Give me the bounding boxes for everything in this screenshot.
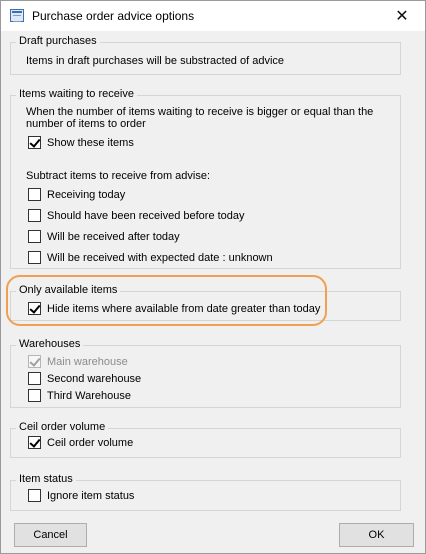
waiting-description-line2: number of items to order bbox=[26, 118, 146, 130]
cancel-button[interactable]: Cancel bbox=[14, 523, 87, 547]
main-warehouse-checkbox[interactable]: Main warehouse bbox=[28, 354, 128, 369]
close-button[interactable]: ✕ bbox=[379, 1, 425, 31]
show-these-items-label: Show these items bbox=[47, 136, 134, 149]
show-these-items-checkbox[interactable]: Show these items bbox=[28, 135, 134, 150]
ceil-order-volume-group: Ceil order volume Ceil order volume bbox=[10, 421, 401, 458]
ignore-item-status-checkbox[interactable]: Ignore item status bbox=[28, 488, 134, 503]
item-status-group: Item status Ignore item status bbox=[10, 473, 401, 511]
checkbox-box[interactable] bbox=[28, 436, 41, 449]
window-title: Purchase order advice options bbox=[32, 9, 195, 23]
warehouses-group-label: Warehouses bbox=[16, 338, 84, 350]
draft-purchases-text: Items in draft purchases will be substra… bbox=[26, 55, 285, 67]
received-before-today-label: Should have been received before today bbox=[47, 209, 245, 222]
checkbox-box[interactable] bbox=[28, 389, 41, 402]
only-available-items-group-label: Only available items bbox=[16, 284, 121, 296]
expected-date-unknown-label: Will be received with expected date : un… bbox=[47, 251, 273, 264]
second-warehouse-label: Second warehouse bbox=[47, 372, 142, 385]
checkbox-box[interactable] bbox=[28, 489, 41, 502]
items-waiting-group: Items waiting to receive When the number… bbox=[10, 88, 401, 269]
checkbox-box[interactable] bbox=[28, 355, 41, 368]
third-warehouse-checkbox[interactable]: Third Warehouse bbox=[28, 388, 131, 403]
ceil-order-volume-label: Ceil order volume bbox=[47, 436, 134, 449]
draft-purchases-group: Draft purchases Items in draft purchases… bbox=[10, 35, 401, 75]
subtract-items-label: Subtract items to receive from advise: bbox=[26, 170, 211, 182]
app-window-icon bbox=[10, 9, 24, 22]
receiving-today-checkbox[interactable]: Receiving today bbox=[28, 187, 125, 202]
only-available-items-group: Only available items Hide items where av… bbox=[10, 284, 401, 321]
checkbox-box[interactable] bbox=[28, 230, 41, 243]
checkbox-box[interactable] bbox=[28, 188, 41, 201]
items-waiting-group-label: Items waiting to receive bbox=[16, 88, 137, 100]
main-warehouse-label: Main warehouse bbox=[47, 355, 128, 368]
warehouses-group: Warehouses Main warehouse Second warehou… bbox=[10, 338, 401, 408]
checkbox-box[interactable] bbox=[28, 302, 41, 315]
ceil-order-volume-group-label: Ceil order volume bbox=[16, 421, 109, 433]
second-warehouse-checkbox[interactable]: Second warehouse bbox=[28, 371, 141, 386]
checkbox-box[interactable] bbox=[28, 209, 41, 222]
close-icon: ✕ bbox=[395, 8, 409, 25]
ok-button[interactable]: OK bbox=[339, 523, 414, 547]
draft-purchases-group-label: Draft purchases bbox=[16, 35, 100, 47]
ceil-order-volume-checkbox[interactable]: Ceil order volume bbox=[28, 435, 133, 450]
checkbox-box[interactable] bbox=[28, 136, 41, 149]
received-before-today-checkbox[interactable]: Should have been received before today bbox=[28, 208, 245, 223]
received-after-today-label: Will be received after today bbox=[47, 230, 180, 243]
hide-items-checkbox[interactable]: Hide items where available from date gre… bbox=[28, 301, 320, 316]
checkbox-box[interactable] bbox=[28, 372, 41, 385]
expected-date-unknown-checkbox[interactable]: Will be received with expected date : un… bbox=[28, 250, 273, 265]
hide-items-label: Hide items where available from date gre… bbox=[47, 302, 321, 315]
received-after-today-checkbox[interactable]: Will be received after today bbox=[28, 229, 180, 244]
ignore-item-status-label: Ignore item status bbox=[47, 489, 135, 502]
checkbox-box[interactable] bbox=[28, 251, 41, 264]
title-bar: Purchase order advice options ✕ bbox=[1, 1, 425, 31]
receiving-today-label: Receiving today bbox=[47, 188, 126, 201]
third-warehouse-label: Third Warehouse bbox=[47, 389, 131, 402]
item-status-group-label: Item status bbox=[16, 473, 76, 485]
dialog-window: Purchase order advice options ✕ Draft pu… bbox=[0, 0, 426, 554]
